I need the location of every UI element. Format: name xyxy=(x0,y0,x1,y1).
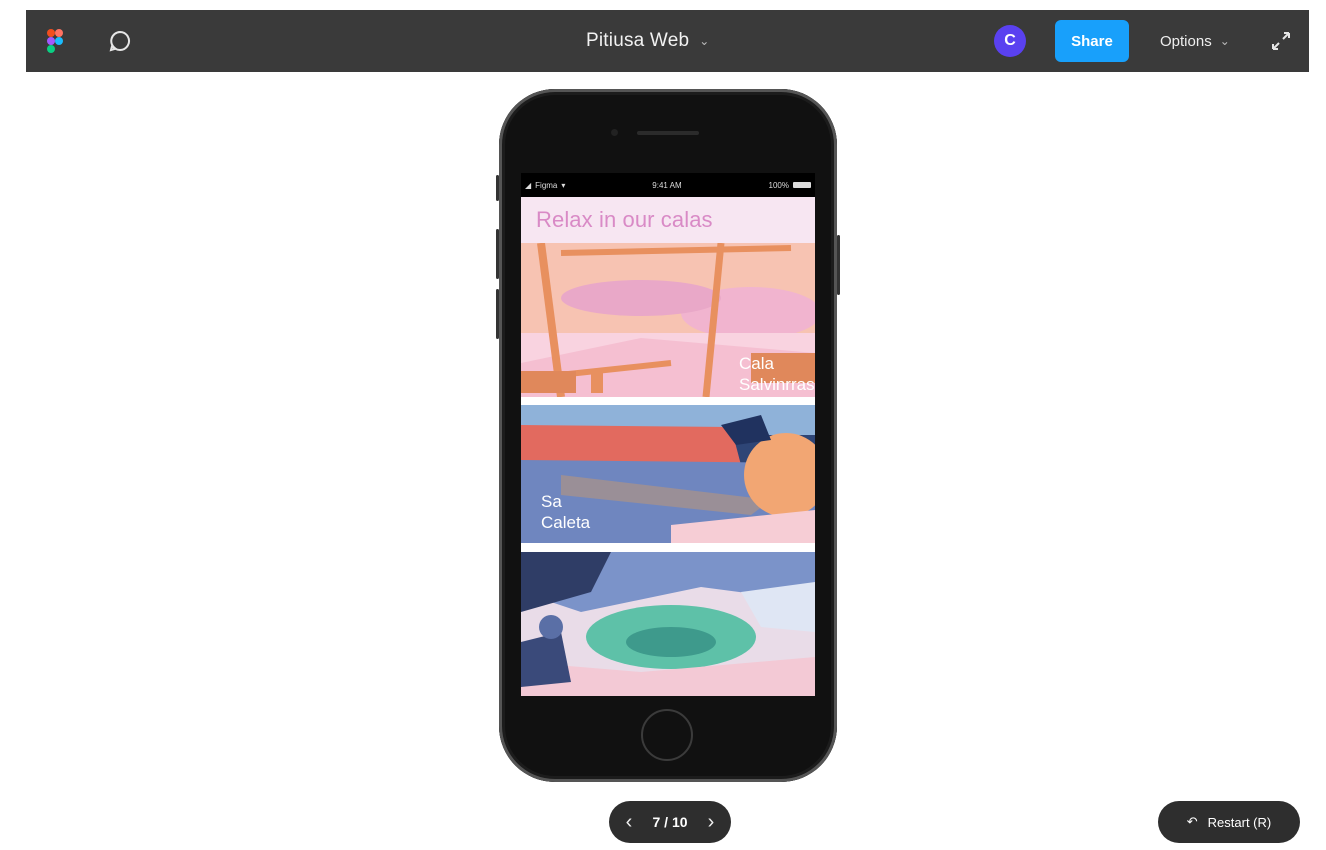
frame-pager: ‹ 7 / 10 › xyxy=(609,801,731,843)
comment-icon[interactable] xyxy=(106,27,134,55)
options-label: Options xyxy=(1160,32,1212,50)
restart-icon: ↶ xyxy=(1186,814,1198,829)
options-menu[interactable]: Options ⌄ xyxy=(1160,30,1230,52)
file-title-menu[interactable]: Pitiusa Web ⌄ xyxy=(586,28,709,54)
front-camera xyxy=(611,129,618,136)
frame-counter: 7 / 10 xyxy=(652,814,688,830)
status-bar: ◢ Figma ▾ 9:41 AM 100% xyxy=(521,173,815,197)
top-toolbar: Pitiusa Web ⌄ C Share Options ⌄ xyxy=(26,10,1309,72)
figma-logo-icon[interactable] xyxy=(44,26,66,56)
signal-icon: ◢ xyxy=(525,180,532,190)
restart-label: Restart (R) xyxy=(1207,814,1272,830)
share-button[interactable]: Share xyxy=(1055,20,1129,62)
next-frame-button[interactable]: › xyxy=(701,811,721,834)
power-button xyxy=(837,235,840,295)
chevron-down-icon: ⌄ xyxy=(1219,34,1230,48)
card-label: Sa Caleta xyxy=(541,492,591,532)
volume-down-button xyxy=(496,289,499,339)
restart-button[interactable]: ↶ Restart (R) xyxy=(1158,801,1300,843)
expand-icon[interactable] xyxy=(1268,28,1294,54)
avatar[interactable]: C xyxy=(994,25,1026,57)
battery-icon xyxy=(792,182,811,188)
prototype-screen[interactable]: ◢ Figma ▾ 9:41 AM 100% Relax in our cala… xyxy=(521,173,815,696)
beach-illustration xyxy=(521,552,815,696)
card-label: Cala Salvinrras xyxy=(739,354,815,394)
volume-up-button xyxy=(496,229,499,279)
previous-frame-button[interactable]: ‹ xyxy=(619,811,639,834)
status-time: 9:41 AM xyxy=(652,180,682,190)
beach-card[interactable]: Sa Caleta xyxy=(521,405,815,543)
home-button[interactable] xyxy=(641,709,693,761)
carrier-label: Figma xyxy=(535,180,558,190)
beach-card[interactable]: Cala Salvinrras xyxy=(521,243,815,397)
battery-percent: 100% xyxy=(768,180,789,190)
wifi-icon: ▾ xyxy=(561,180,566,190)
phone-frame: ◢ Figma ▾ 9:41 AM 100% Relax in our cala… xyxy=(496,89,840,782)
file-title: Pitiusa Web xyxy=(586,30,690,51)
side-switch xyxy=(496,175,499,201)
page-heading: Relax in our calas xyxy=(536,207,713,232)
speaker-grill xyxy=(637,131,699,135)
chevron-down-icon: ⌄ xyxy=(699,34,710,48)
beach-card[interactable] xyxy=(521,552,815,696)
